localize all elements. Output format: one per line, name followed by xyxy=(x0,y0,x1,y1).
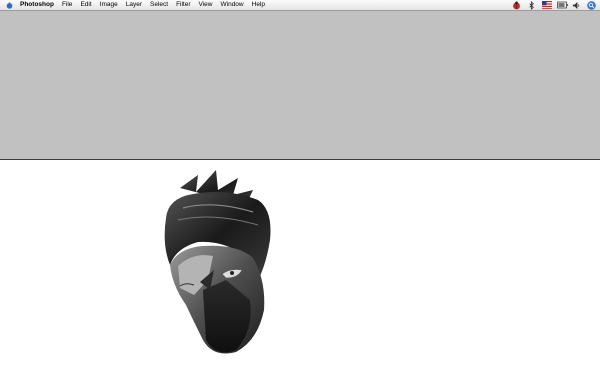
apple-menu-icon[interactable] xyxy=(6,1,13,9)
menu-image[interactable]: Image xyxy=(100,0,118,10)
menu-bar: Photoshop File Edit Image Layer Select F… xyxy=(0,0,600,11)
volume-icon[interactable] xyxy=(572,1,581,10)
spotlight-search-icon[interactable] xyxy=(587,0,596,10)
us-flag-icon[interactable] xyxy=(542,0,552,10)
app-menu[interactable]: Photoshop xyxy=(20,0,54,10)
status-menus xyxy=(512,0,596,10)
document-canvas[interactable] xyxy=(0,160,600,375)
menu-select[interactable]: Select xyxy=(150,0,168,10)
menu-window[interactable]: Window xyxy=(221,0,244,10)
ladybug-icon[interactable] xyxy=(512,0,521,10)
menu-view[interactable]: View xyxy=(199,0,213,10)
battery-icon[interactable] xyxy=(557,1,568,10)
menu-help[interactable]: Help xyxy=(252,0,265,10)
stylized-head-artwork xyxy=(158,170,283,370)
menu-layer[interactable]: Layer xyxy=(126,0,142,10)
menu-file[interactable]: File xyxy=(62,0,72,10)
workspace-background xyxy=(0,11,600,160)
bluetooth-icon[interactable] xyxy=(527,0,536,10)
menu-filter[interactable]: Filter xyxy=(176,0,190,10)
menu-edit[interactable]: Edit xyxy=(80,0,91,10)
